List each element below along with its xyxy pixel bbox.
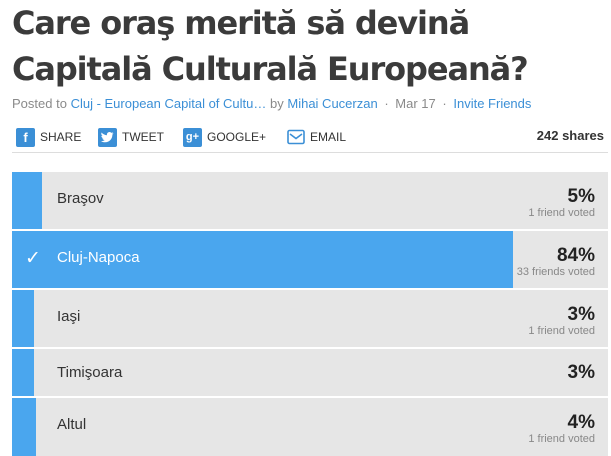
option-percent: 3% xyxy=(567,304,595,325)
option-label: Braşov xyxy=(57,190,104,207)
poll-option-iasi[interactable]: Iaşi 3% 1 friend voted xyxy=(12,290,608,347)
option-percent: 84% xyxy=(556,245,595,266)
google-plus-share-label: GOOGLE+ xyxy=(207,130,267,144)
facebook-share-label: SHARE xyxy=(40,130,82,144)
twitter-tweet-label: TWEET xyxy=(122,130,164,144)
option-percent: 3% xyxy=(567,362,595,383)
email-share-label: EMAIL xyxy=(310,130,347,144)
category-link[interactable]: Cluj - European Capital of Cultu… xyxy=(71,96,267,111)
post-meta: Posted to Cluj - European Capital of Cul… xyxy=(12,96,531,111)
poll-option-cluj-napoca[interactable]: ✓ Cluj-Napoca 84% 33 friends voted xyxy=(12,231,608,288)
poll-option-timisoara[interactable]: Timişoara 3% xyxy=(12,349,608,396)
facebook-share-button[interactable]: f SHARE xyxy=(16,127,81,147)
option-friends-voted: 1 friend voted xyxy=(528,433,595,445)
option-label: Cluj-Napoca xyxy=(57,249,140,266)
option-percent: 5% xyxy=(567,186,595,207)
google-plus-icon: g+ xyxy=(183,127,202,147)
poll-title: Care oraş merită să devină Capitală Cult… xyxy=(0,0,611,92)
option-label: Iaşi xyxy=(57,308,81,325)
google-plus-share-button[interactable]: g+ GOOGLE+ xyxy=(183,127,266,147)
by-label: by xyxy=(270,96,284,111)
invite-friends-link[interactable]: Invite Friends xyxy=(453,96,531,111)
share-bar: f SHARE TWEET g+ GOOGLE+ EMAIL 242 share… xyxy=(12,120,608,153)
separator-dot: · xyxy=(384,96,389,111)
option-friends-voted: 33 friends voted xyxy=(516,266,595,278)
email-share-button[interactable]: EMAIL xyxy=(286,127,346,147)
poll-option-altul[interactable]: Altul 4% 1 friend voted xyxy=(12,398,608,456)
option-bar-fill xyxy=(12,398,36,456)
post-date: Mar 17 xyxy=(395,96,436,111)
option-bar-fill xyxy=(12,290,34,347)
option-bar-fill xyxy=(12,172,42,229)
twitter-tweet-button[interactable]: TWEET xyxy=(98,127,164,147)
share-count: 242 shares xyxy=(536,128,604,143)
option-friends-voted: 1 friend voted xyxy=(528,207,595,219)
author-link[interactable]: Mihai Cucerzan xyxy=(287,96,377,111)
checkmark-icon: ✓ xyxy=(25,248,41,269)
option-label: Altul xyxy=(57,416,87,433)
poll-option-brasov[interactable]: Braşov 5% 1 friend voted xyxy=(12,172,608,229)
option-friends-voted: 1 friend voted xyxy=(528,325,595,337)
option-percent: 4% xyxy=(567,412,595,433)
option-label: Timişoara xyxy=(57,364,123,381)
posted-to-label: Posted to xyxy=(12,96,67,111)
separator-dot: · xyxy=(442,96,447,111)
twitter-icon xyxy=(98,127,117,147)
option-bar-fill xyxy=(12,349,34,396)
facebook-icon: f xyxy=(16,127,35,147)
email-icon xyxy=(286,128,305,147)
